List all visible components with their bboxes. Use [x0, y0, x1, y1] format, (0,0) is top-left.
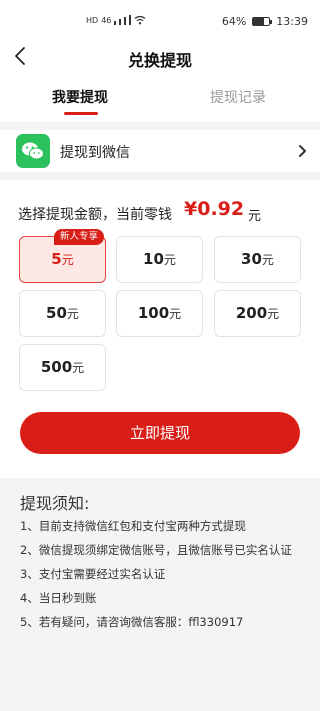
amount-option-value: 5元 — [51, 250, 74, 268]
amount-option-50[interactable]: 50元 — [19, 290, 106, 337]
tab-withdraw[interactable]: 我要提现 — [52, 87, 108, 107]
status-bar: HD 46 64% 13:39 — [0, 0, 320, 40]
signal-bar-icon — [114, 21, 117, 25]
withdraw-now-button[interactable]: 立即提现 — [20, 412, 300, 454]
amount-option-value: 10元 — [143, 250, 176, 268]
section-divider — [0, 122, 320, 130]
note-item: 3、支付宝需要经过实名认证 — [20, 567, 166, 581]
battery-level — [253, 18, 264, 25]
amount-option-200[interactable]: 200元 — [214, 290, 301, 337]
signal-mark: 46 — [101, 16, 112, 25]
active-tab-indicator — [64, 112, 98, 115]
note-item: 5、若有疑问，请咨询微信客服：ffl330917 — [20, 615, 244, 629]
tab-withdraw-history[interactable]: 提现记录 — [210, 87, 266, 107]
amount-option-value: 100元 — [137, 304, 182, 322]
withdraw-method-label: 提现到微信 — [60, 145, 130, 161]
battery-icon — [252, 17, 273, 26]
notes-title: 提现须知: — [20, 494, 90, 513]
signal-bar-icon — [119, 19, 122, 25]
wifi-icon — [135, 15, 146, 25]
signal-bar-icon — [124, 17, 127, 25]
note-item: 1、目前支持微信红包和支付宝两种方式提现 — [20, 519, 246, 533]
network-status-icons: HD 46 — [86, 15, 146, 25]
note-item: 2、微信提现须绑定微信账号，且微信账号已实名认证 — [20, 543, 292, 557]
amount-option-value: 500元 — [40, 358, 85, 376]
amount-option-5[interactable]: 新人专享 5元 — [19, 229, 106, 283]
header: 兑换提现 — [0, 40, 320, 74]
amount-option-100[interactable]: 100元 — [116, 290, 203, 337]
withdraw-method-row[interactable]: 提现到微信 — [0, 130, 320, 172]
battery-percent: 64% — [221, 15, 247, 28]
signal-bar-icon — [129, 15, 132, 25]
amount-title: 选择提现金额，当前零钱 — [18, 207, 172, 223]
section-divider — [0, 172, 320, 180]
page-title: 兑换提现 — [127, 51, 192, 70]
chevron-right-icon — [299, 145, 306, 157]
new-user-badge: 新人专享 — [54, 229, 105, 245]
amount-option-10[interactable]: 10元 — [116, 236, 203, 283]
current-balance: ¥0.92 — [184, 198, 245, 220]
withdraw-notes: 提现须知: 1、目前支持微信红包和支付宝两种方式提现 2、微信提现须绑定微信账号… — [0, 478, 320, 711]
amount-option-value: 30元 — [241, 250, 274, 268]
amount-option-value: 50元 — [46, 304, 79, 322]
network-type: HD — [86, 16, 99, 25]
balance-unit: 元 — [248, 209, 262, 224]
note-item: 4、当日秒到账 — [20, 591, 97, 605]
clock: 13:39 — [276, 15, 308, 28]
amount-option-value: 200元 — [235, 304, 280, 322]
tab-bar: 我要提现 提现记录 — [0, 78, 320, 122]
amount-option-500[interactable]: 500元 — [19, 344, 106, 391]
amount-option-30[interactable]: 30元 — [214, 236, 301, 283]
wechat-icon — [16, 134, 50, 168]
